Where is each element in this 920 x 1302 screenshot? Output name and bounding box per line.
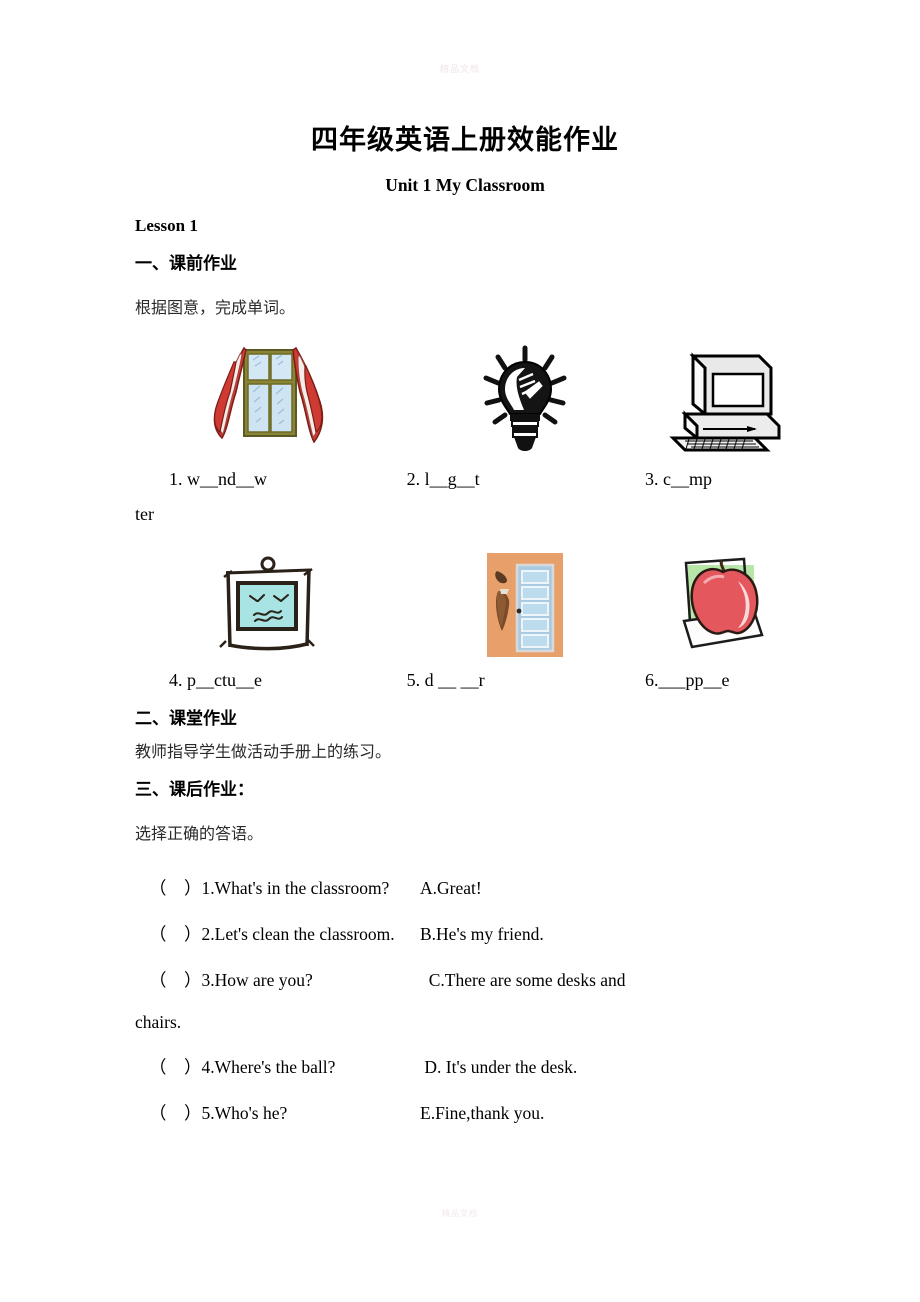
- match-row: （ ）1.What's in the classroom? A.Great!: [135, 854, 795, 900]
- match-row: （ ）5.Who's he? E.Fine,thank you.: [135, 1079, 795, 1125]
- worksheet-page: 精品文档 四年级英语上册效能作业 Unit 1 My Classroom Les…: [0, 0, 920, 1302]
- lightbulb-picture: [483, 345, 567, 451]
- instruction-in-class: 教师指导学生做活动手册上的练习。: [135, 742, 392, 761]
- section-heading-pre-class: 一、课前作业: [135, 254, 237, 274]
- match-question: （ ）2.Let's clean the classroom.: [149, 924, 395, 944]
- picture-cell-5: [400, 553, 650, 657]
- picture-cell-2: [400, 344, 650, 456]
- lesson-title: Lesson 1: [135, 216, 198, 235]
- match-question: （ ）4.Where's the ball?: [149, 1057, 336, 1077]
- match-answer-wrap: chairs.: [135, 1012, 182, 1032]
- watermark-top: 精品文档: [439, 64, 480, 74]
- word-blank-5: 5. d __ __r: [406, 670, 485, 690]
- watermark-bottom: 精品文档: [442, 1209, 478, 1218]
- picture-cell-6: [650, 555, 795, 657]
- page-title: 四年级英语上册效能作业: [311, 125, 619, 155]
- picture-cell-4: [135, 553, 400, 657]
- match-question: （ ）1.What's in the classroom?: [149, 878, 390, 898]
- word-blank-3-wrap: ter: [135, 504, 154, 524]
- match-row: （ ）2.Let's clean the classroom. B.He's m…: [135, 900, 795, 946]
- match-answer: E.Fine,thank you.: [420, 1103, 545, 1123]
- word-blank-1: 1. w__nd__w: [169, 469, 267, 489]
- computer-picture: [668, 352, 780, 452]
- instruction-after-class: 选择正确的答语。: [135, 824, 264, 843]
- word-blank-row-1: 1. w__nd__w 2. l__g__t 3. c__mp: [135, 469, 795, 490]
- match-row: （ ）4.Where's the ball? D. It's under the…: [135, 1033, 795, 1079]
- window-picture: [213, 346, 323, 444]
- match-question: （ ）5.Who's he?: [149, 1103, 288, 1123]
- picture-row-2: [135, 549, 795, 657]
- apple-picture: [681, 557, 764, 649]
- picture-cell-3: [650, 348, 795, 456]
- match-answer: A.Great!: [420, 878, 482, 898]
- match-answer: B.He's my friend.: [420, 924, 544, 944]
- match-answer: D. It's under the desk.: [420, 1057, 578, 1077]
- match-question: （ ）3.How are you?: [149, 970, 313, 990]
- section-heading-after-class: 三、课后作业：: [135, 780, 254, 800]
- word-blank-6: 6.___pp__e: [644, 670, 730, 690]
- section-heading-in-class: 二、课堂作业: [135, 709, 237, 729]
- match-answer: C.There are some desks and: [420, 970, 626, 990]
- picture-cell-1: [135, 344, 400, 456]
- picture-row-1: [135, 336, 795, 456]
- instruction-pre-class: 根据图意，完成单词。: [135, 298, 296, 317]
- word-blank-row-2: 4. p__ctu__e 5. d __ __r 6.___pp__e: [135, 670, 795, 691]
- picture-frame-picture: [218, 556, 315, 651]
- door-picture: [487, 553, 563, 657]
- word-blank-4: 4. p__ctu__e: [169, 670, 262, 690]
- word-blank-3: 3. c__mp: [644, 469, 712, 489]
- match-row: （ ）3.How are you? C.There are some desks…: [135, 946, 795, 992]
- word-blank-2: 2. l__g__t: [406, 469, 480, 489]
- matching-exercise: （ ）1.What's in the classroom? A.Great! （…: [135, 854, 795, 1125]
- unit-subtitle: Unit 1 My Classroom: [385, 175, 545, 195]
